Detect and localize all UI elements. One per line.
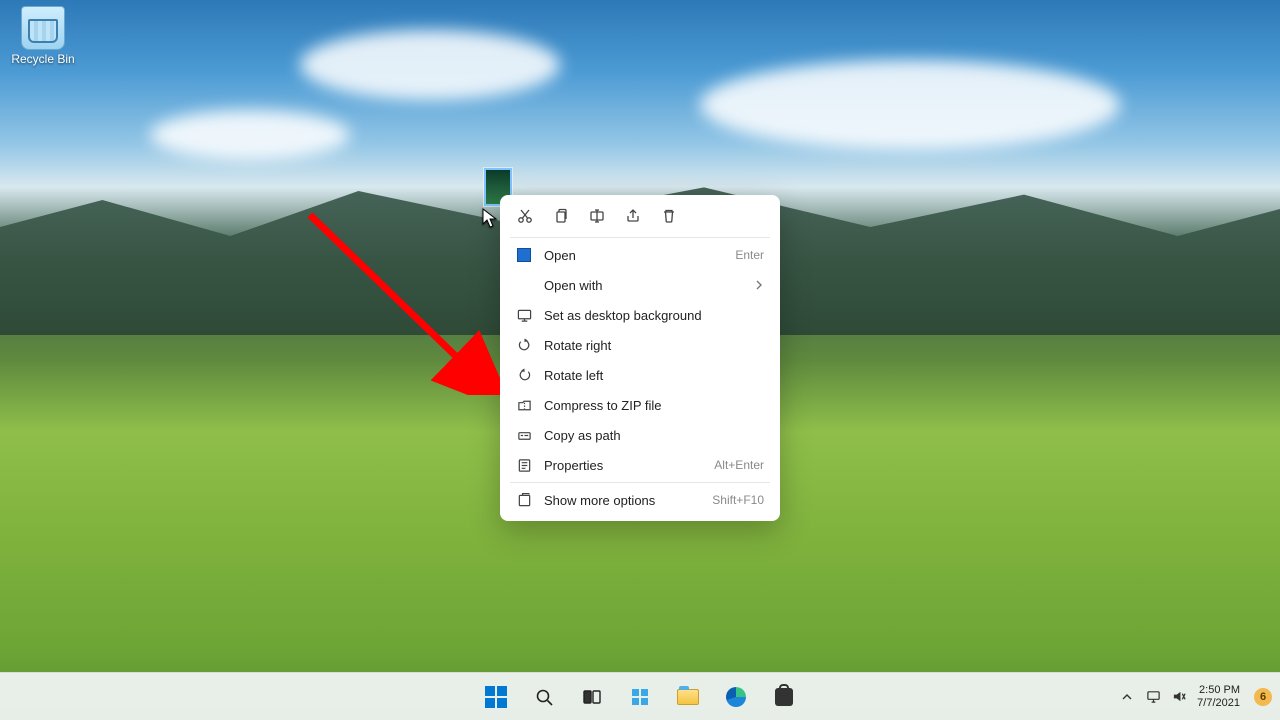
chevron-right-icon	[754, 278, 764, 293]
edge-button[interactable]	[716, 677, 756, 717]
tray-chevron-up-icon[interactable]	[1119, 689, 1135, 705]
desktop-icon	[516, 307, 532, 323]
menu-item-label: Rotate left	[544, 368, 764, 383]
separator	[510, 482, 770, 483]
menu-item-open-with[interactable]: Open with	[506, 270, 774, 300]
copy-icon[interactable]	[552, 207, 570, 225]
context-menu-toolbar	[506, 201, 774, 235]
menu-item-open[interactable]: Open Enter	[506, 240, 774, 270]
windows-logo-icon	[485, 686, 507, 708]
taskbar-center	[476, 677, 804, 717]
cut-icon[interactable]	[516, 207, 534, 225]
taskbar: 2:50 PM 7/7/2021 6	[0, 672, 1280, 720]
menu-item-accel: Shift+F10	[712, 493, 764, 507]
delete-icon[interactable]	[660, 207, 678, 225]
menu-item-properties[interactable]: Properties Alt+Enter	[506, 450, 774, 480]
widgets-button[interactable]	[620, 677, 660, 717]
menu-item-rotate-left[interactable]: Rotate left	[506, 360, 774, 390]
start-button[interactable]	[476, 677, 516, 717]
rotate-right-icon	[516, 337, 532, 353]
menu-item-label: Open	[544, 248, 723, 263]
menu-item-label: Compress to ZIP file	[544, 398, 764, 413]
clock-date: 7/7/2021	[1197, 697, 1240, 710]
zip-icon	[516, 397, 532, 413]
store-icon	[775, 688, 793, 706]
context-menu: Open Enter Open with Set as desktop back…	[500, 195, 780, 521]
menu-item-label: Rotate right	[544, 338, 764, 353]
notifications-badge[interactable]: 6	[1254, 688, 1272, 706]
store-button[interactable]	[764, 677, 804, 717]
clock-time: 2:50 PM	[1197, 684, 1240, 697]
menu-item-label: Open with	[544, 278, 742, 293]
rename-icon[interactable]	[588, 207, 606, 225]
desktop-icon-recycle-bin[interactable]: Recycle Bin	[8, 6, 78, 66]
task-view-icon	[582, 687, 602, 707]
copy-path-icon	[516, 427, 532, 443]
menu-item-rotate-right[interactable]: Rotate right	[506, 330, 774, 360]
menu-item-compress-zip[interactable]: Compress to ZIP file	[506, 390, 774, 420]
menu-item-show-more-options[interactable]: Show more options Shift+F10	[506, 485, 774, 515]
open-icon	[516, 247, 532, 263]
notif-count: 6	[1260, 691, 1266, 703]
edge-icon	[726, 687, 746, 707]
menu-item-copy-as-path[interactable]: Copy as path	[506, 420, 774, 450]
search-button[interactable]	[524, 677, 564, 717]
search-icon	[534, 687, 554, 707]
taskbar-clock[interactable]: 2:50 PM 7/7/2021	[1197, 684, 1244, 709]
menu-item-label: Properties	[544, 458, 702, 473]
file-explorer-button[interactable]	[668, 677, 708, 717]
menu-item-accel: Alt+Enter	[714, 458, 764, 472]
task-view-button[interactable]	[572, 677, 612, 717]
file-explorer-icon	[677, 689, 699, 705]
share-icon[interactable]	[624, 207, 642, 225]
volume-icon[interactable]	[1171, 689, 1187, 705]
menu-item-set-desktop-background[interactable]: Set as desktop background	[506, 300, 774, 330]
menu-item-label: Copy as path	[544, 428, 764, 443]
network-icon[interactable]	[1145, 689, 1161, 705]
rotate-left-icon	[516, 367, 532, 383]
more-options-icon	[516, 492, 532, 508]
blank-icon	[516, 277, 532, 293]
menu-item-label: Set as desktop background	[544, 308, 764, 323]
separator	[510, 237, 770, 238]
widgets-icon	[630, 687, 650, 707]
desktop-icon-label: Recycle Bin	[8, 52, 78, 66]
menu-item-label: Show more options	[544, 493, 700, 508]
properties-icon	[516, 457, 532, 473]
desktop[interactable]: Recycle Bin Open Enter	[0, 0, 1280, 720]
system-tray: 2:50 PM 7/7/2021 6	[1119, 673, 1272, 720]
recycle-bin-icon	[21, 6, 65, 50]
menu-item-accel: Enter	[735, 248, 764, 262]
